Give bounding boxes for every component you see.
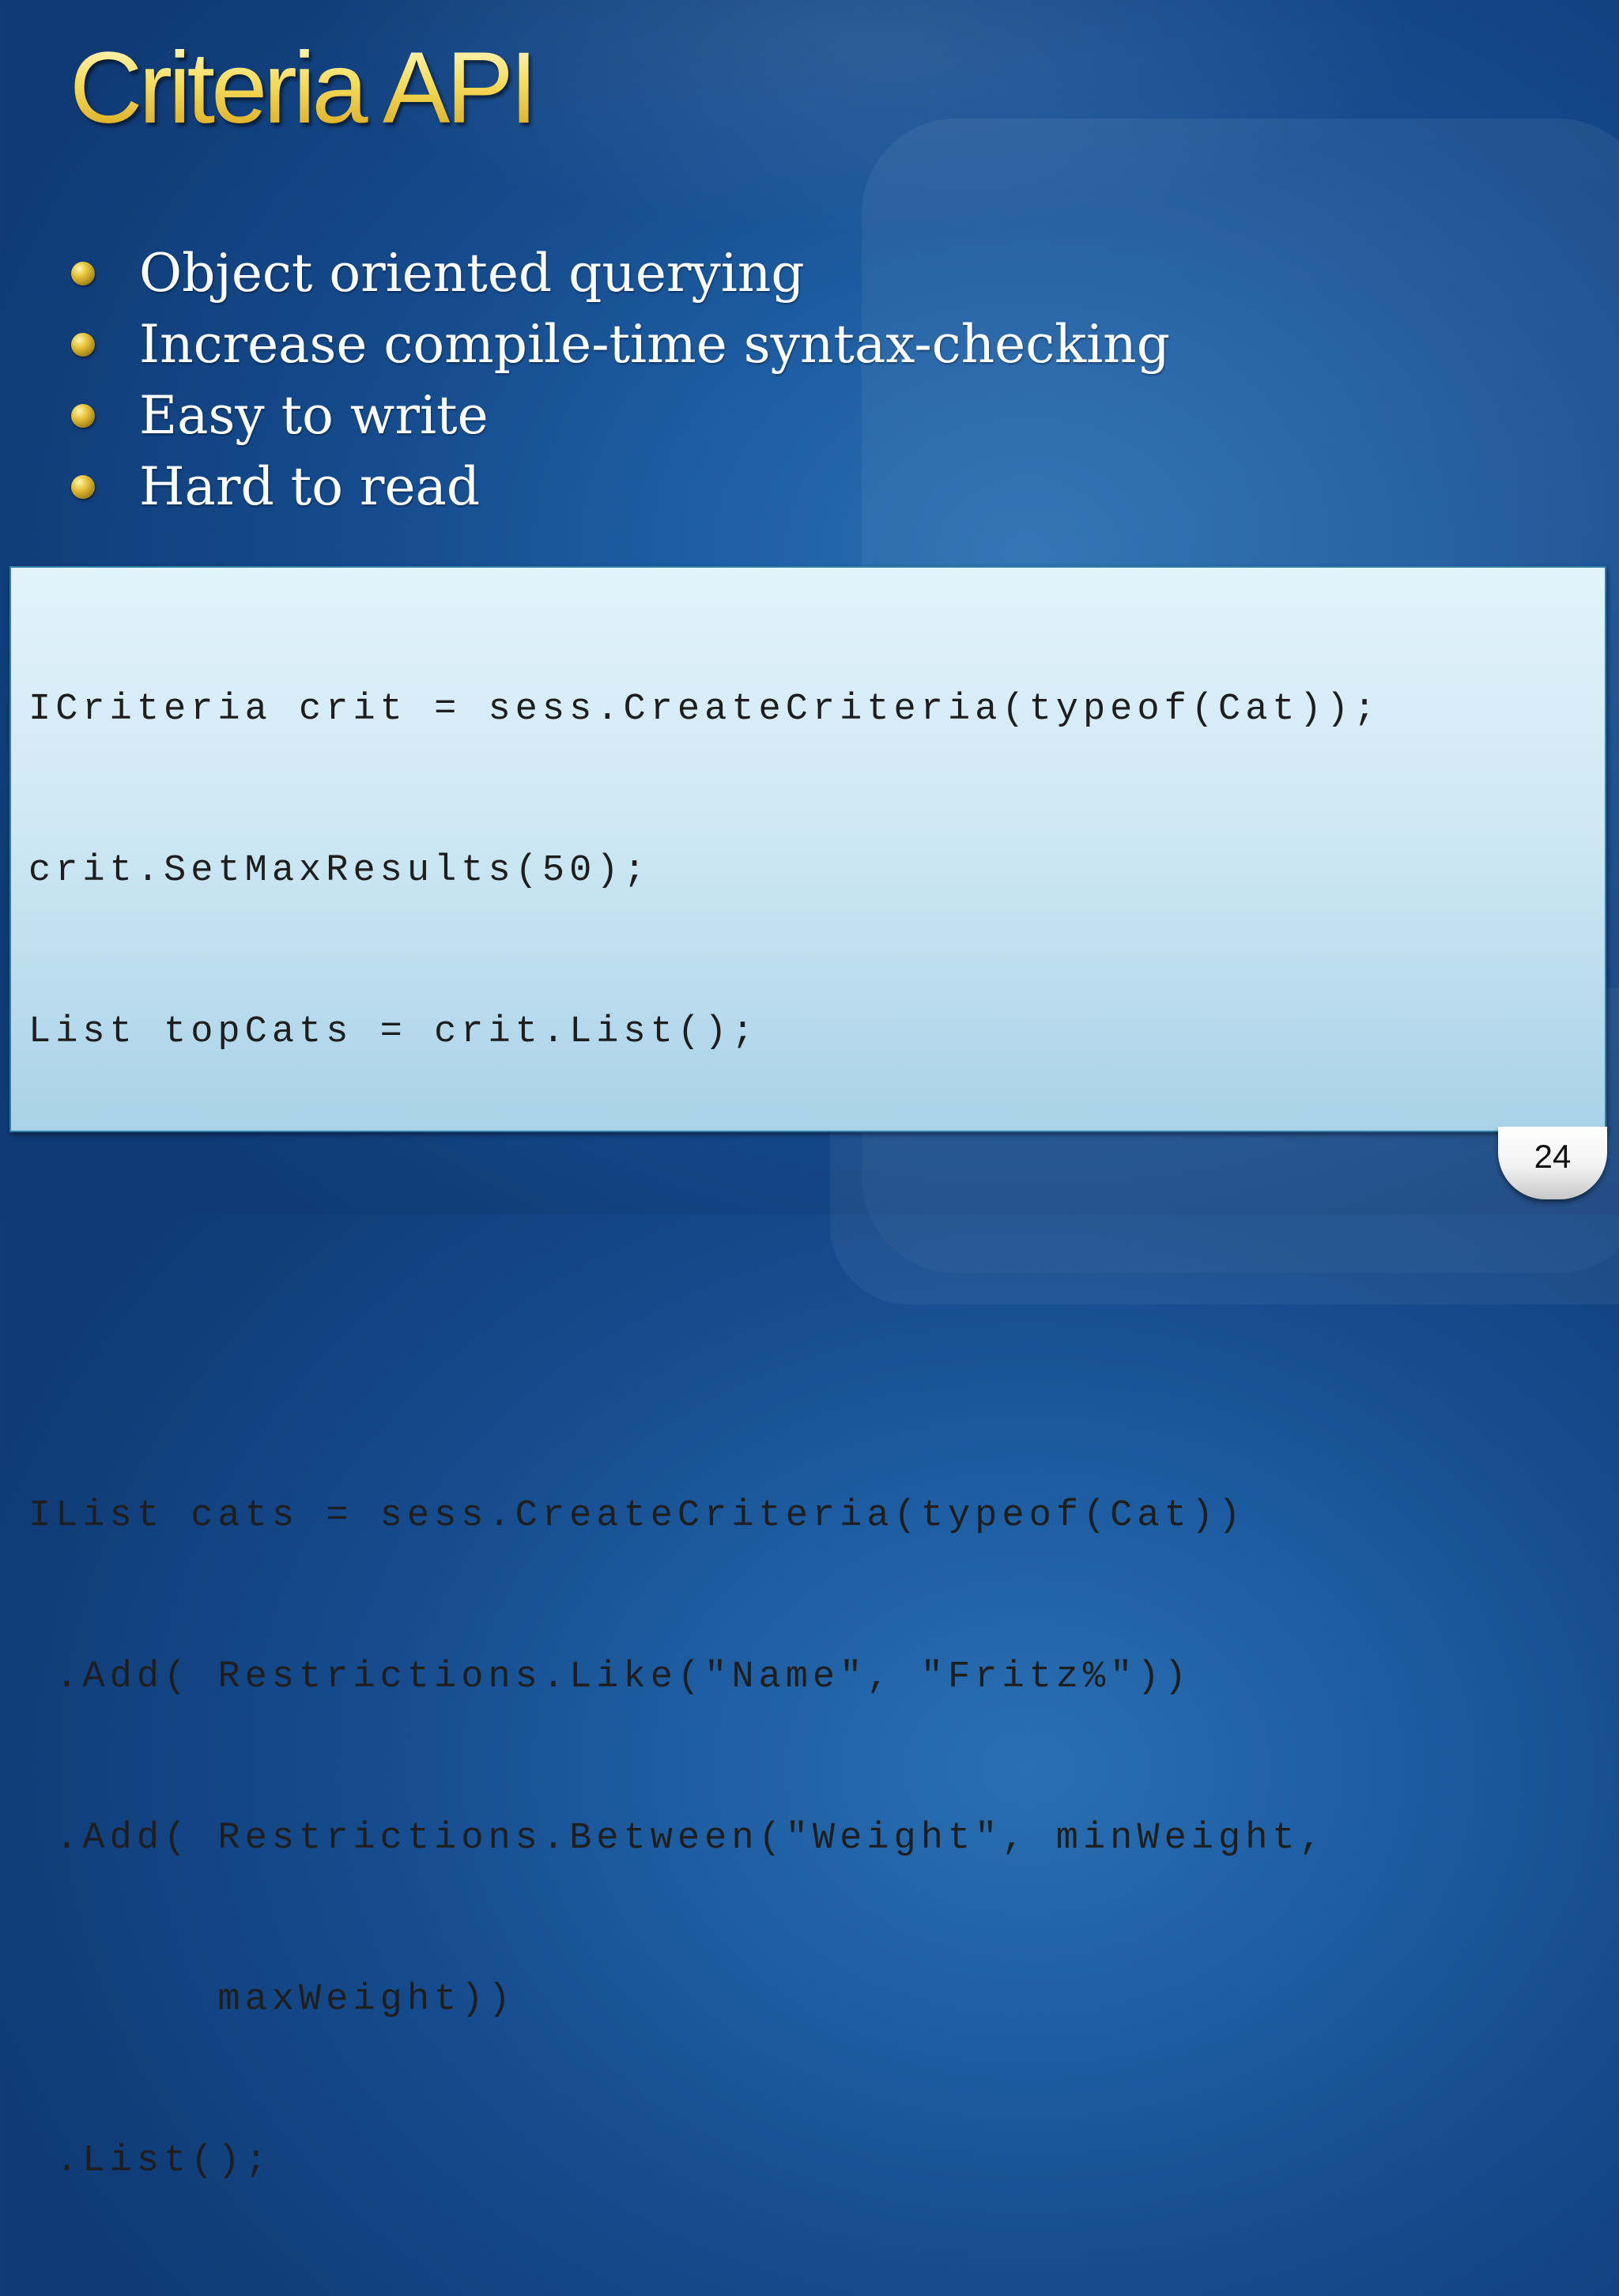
code-line: maxWeight)) bbox=[28, 1979, 515, 2021]
bullet-text: Easy to write bbox=[139, 385, 489, 446]
code-block: ICriteria crit = sess.CreateCriteria(typ… bbox=[9, 566, 1606, 2182]
code-line: .List(); bbox=[28, 2140, 272, 2182]
code-line: ICriteria crit = sess.CreateCriteria(typ… bbox=[28, 689, 1381, 731]
bullet-icon bbox=[71, 404, 95, 428]
code-line: .Add( Restrictions.Like("Name", "Fritz%"… bbox=[28, 1656, 1191, 1698]
bullet-text: Increase compile-time syntax-checking bbox=[139, 314, 1171, 375]
bullet-text: Hard to read bbox=[139, 456, 481, 517]
code-content: ICriteria crit = sess.CreateCriteria(typ… bbox=[28, 576, 1380, 2296]
code-line: .Add( Restrictions.Between("Weight", min… bbox=[28, 1818, 1327, 1860]
code-line: crit.SetMaxResults(50); bbox=[28, 850, 651, 892]
code-line: List topCats = crit.List(); bbox=[28, 1011, 759, 1053]
bullet-text: Object oriented querying bbox=[139, 243, 805, 304]
bullet-icon bbox=[71, 475, 95, 499]
bullet-icon bbox=[71, 262, 95, 285]
bullet-icon bbox=[71, 333, 95, 357]
code-line: IList cats = sess.CreateCriteria(typeof(… bbox=[28, 1495, 1246, 1537]
page-number: 24 bbox=[1534, 1138, 1572, 1175]
slide-title: Criteria API bbox=[70, 32, 538, 145]
